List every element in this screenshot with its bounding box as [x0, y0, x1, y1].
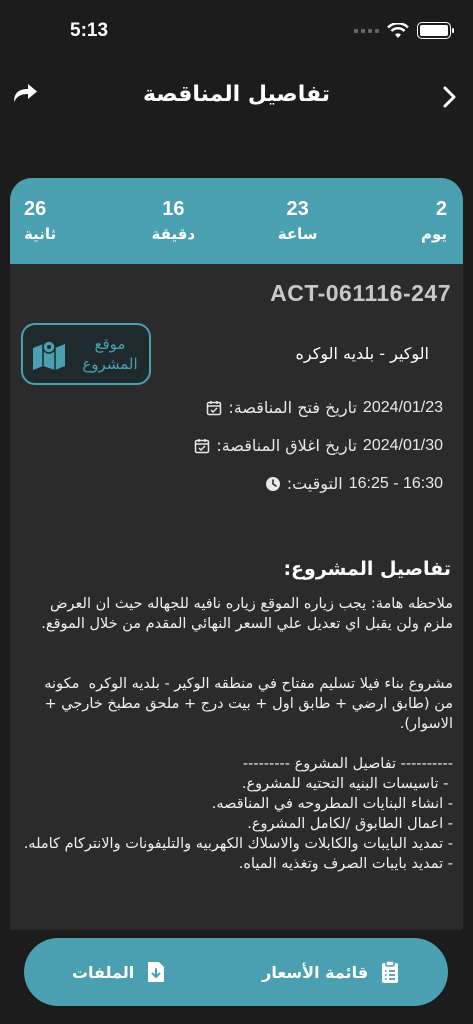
files-label: الملفات	[71, 962, 135, 982]
project-location-button[interactable]: موقع المشروع	[21, 323, 151, 385]
countdown-minutes: 16 دقيقة	[148, 198, 198, 264]
status-time: 5:13	[70, 20, 109, 41]
wifi-icon	[387, 22, 409, 38]
open-date-label: تاريخ فتح المناقصة:	[228, 398, 357, 417]
timing-label: التوقيت:	[286, 474, 343, 493]
timing-value: 16:25 - 16:30	[348, 474, 443, 492]
file-download-icon	[148, 962, 165, 982]
price-list-label: قائمة الأسعار	[262, 962, 369, 982]
countdown-days: 2 يوم	[397, 198, 447, 264]
countdown: 2 يوم 23 ساعة 16 دقيقة 26 ثانية	[10, 178, 463, 264]
clipboard-list-icon	[382, 960, 399, 983]
close-date-label: تاريخ اغلاق المناقصة:	[216, 436, 357, 455]
files-button[interactable]: الملفات	[72, 960, 166, 984]
status-bar: 5:13	[0, 0, 473, 60]
project-details-title: تفاصيل المشروع:	[283, 558, 451, 580]
map-icon	[33, 340, 65, 370]
countdown-label: يوم	[420, 225, 447, 243]
signal-icon	[354, 28, 379, 33]
status-icons	[354, 22, 454, 39]
project-details-text: ملاحظه هامة: يجب زياره الموقع زياره نافي…	[23, 596, 453, 872]
project-location-label: موقع المشروع	[82, 335, 138, 373]
close-date-row: تاريخ اغلاق المناقصة: 2024/01/30	[194, 436, 451, 455]
countdown-hours: 23 ساعة	[273, 198, 323, 264]
countdown-label: ساعة	[277, 225, 318, 243]
tender-id: ACT-061116-247	[270, 280, 451, 306]
countdown-seconds: 26 ثانية	[24, 198, 74, 264]
countdown-value: 26	[24, 198, 47, 220]
bottom-action-bar: قائمة الأسعار الملفات	[24, 938, 448, 1006]
clock-icon	[265, 476, 280, 491]
open-date-row: تاريخ فتح المناقصة: 2024/01/23	[206, 398, 451, 417]
battery-icon	[417, 22, 454, 39]
countdown-value: 16	[162, 198, 185, 220]
price-list-button[interactable]: قائمة الأسعار	[262, 960, 400, 984]
countdown-label: دقيقة	[151, 225, 196, 243]
page-title: تفاصيل المناقصة	[142, 82, 331, 107]
close-date-value: 2024/01/30	[362, 436, 443, 454]
navigation-bar: تفاصيل المناقصة	[0, 70, 473, 120]
open-date-value: 2024/01/23	[362, 398, 443, 416]
tender-card: 2 يوم 23 ساعة 16 دقيقة 26 ثانية ACT-0611…	[10, 178, 463, 930]
countdown-value: 23	[286, 198, 309, 220]
countdown-value: 2	[435, 198, 447, 220]
countdown-label: ثانية	[24, 225, 57, 243]
calendar-check-icon	[195, 438, 210, 453]
chevron-right-icon[interactable]	[439, 84, 459, 110]
timing-row: التوقيت: 16:25 - 16:30	[265, 474, 451, 493]
calendar-check-icon	[207, 400, 222, 415]
project-location: الوكير - بلديه الوكره	[295, 344, 429, 363]
